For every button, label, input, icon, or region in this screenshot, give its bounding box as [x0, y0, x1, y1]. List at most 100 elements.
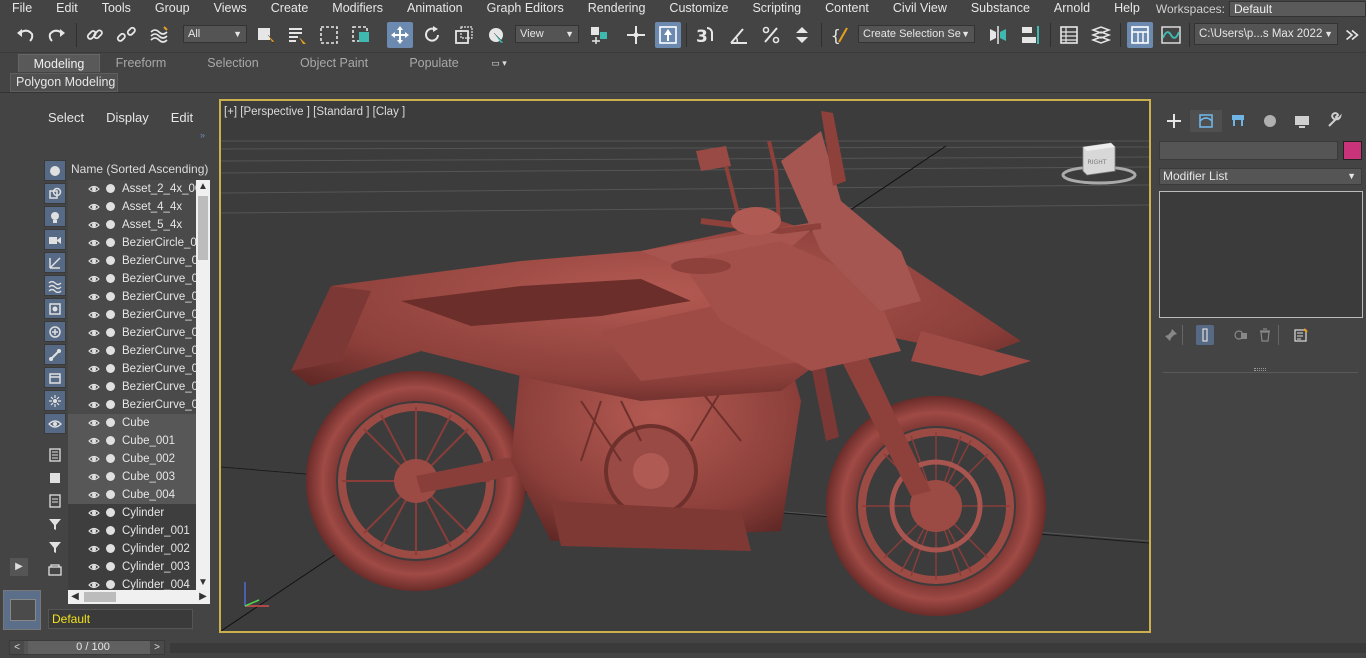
remove-modifier-icon[interactable]: [1256, 325, 1274, 345]
display-tab-icon[interactable]: [1286, 110, 1318, 132]
rollout-grip[interactable]: [1254, 368, 1266, 371]
make-unique-icon[interactable]: [1232, 325, 1250, 345]
scene-item[interactable]: BezierCurve_009: [68, 396, 210, 414]
visibility-eye-icon[interactable]: [88, 345, 100, 357]
scene-item[interactable]: BezierCurve_001: [68, 252, 210, 270]
visibility-eye-icon[interactable]: [88, 435, 100, 447]
scroll-up-icon[interactable]: ▲: [196, 180, 210, 194]
rectangular-selection-icon[interactable]: [316, 22, 342, 48]
bind-space-warp-icon[interactable]: [146, 22, 172, 48]
visibility-eye-icon[interactable]: [88, 273, 100, 285]
mirror-icon[interactable]: [985, 22, 1011, 48]
scroll-left-icon[interactable]: ◀: [68, 590, 82, 604]
tab-populate[interactable]: Populate: [398, 54, 470, 72]
toggle-ribbon-icon[interactable]: [1127, 22, 1153, 48]
scene-item[interactable]: Cylinder_001: [68, 522, 210, 540]
redo-icon[interactable]: [44, 22, 70, 48]
visibility-eye-icon[interactable]: [88, 507, 100, 519]
menu-tools[interactable]: Tools: [90, 0, 143, 17]
time-slider[interactable]: < 0 / 100 >: [9, 640, 165, 655]
scene-item[interactable]: BezierCircle_001: [68, 234, 210, 252]
object-color-swatch[interactable]: [1343, 141, 1362, 160]
workspaces-dropdown[interactable]: Default: [1229, 0, 1366, 17]
display-lights-icon[interactable]: [44, 206, 66, 227]
chevron-right-icon[interactable]: »: [200, 130, 205, 140]
menu-civil-view[interactable]: Civil View: [881, 0, 959, 17]
menu-file[interactable]: File: [0, 0, 44, 17]
reference-coordinate-dropdown[interactable]: View ▼: [515, 25, 579, 43]
display-groups-icon[interactable]: [44, 298, 66, 319]
select-and-place-icon[interactable]: [483, 22, 509, 48]
expand-panel-arrow[interactable]: ▶: [10, 558, 28, 576]
display-object-xrefs-icon[interactable]: [44, 321, 66, 342]
modify-tab-icon[interactable]: [1190, 110, 1222, 132]
utilities-tab-icon[interactable]: [1318, 110, 1350, 132]
menu-substance[interactable]: Substance: [959, 0, 1042, 17]
menu-rendering[interactable]: Rendering: [576, 0, 658, 17]
tab-object-paint[interactable]: Object Paint: [292, 54, 376, 72]
scene-item[interactable]: Asset_2_4x_001: [68, 180, 210, 198]
scene-item[interactable]: BezierCurve_008: [68, 378, 210, 396]
project-folder-dropdown[interactable]: C:\Users\p...s Max 2022 ▼: [1194, 23, 1338, 45]
menu-arnold[interactable]: Arnold: [1042, 0, 1102, 17]
select-and-move-icon[interactable]: [387, 22, 413, 48]
scene-item[interactable]: Cube: [68, 414, 210, 432]
hierarchy-tab-icon[interactable]: [1222, 110, 1254, 132]
scene-item[interactable]: Cube_004: [68, 486, 210, 504]
visibility-eye-icon[interactable]: [88, 201, 100, 213]
tab-freeform[interactable]: Freeform: [104, 54, 178, 72]
modifier-stack[interactable]: [1159, 191, 1363, 318]
scene-item[interactable]: Cylinder_003: [68, 558, 210, 576]
menu-group[interactable]: Group: [143, 0, 202, 17]
manipulate-icon[interactable]: [623, 22, 649, 48]
display-helpers-icon[interactable]: [44, 252, 66, 273]
visibility-eye-icon[interactable]: [88, 309, 100, 321]
display-particles-icon[interactable]: [44, 390, 66, 411]
scene-explorer-display-menu[interactable]: Display: [106, 110, 149, 128]
snaps-toggle-icon[interactable]: 3: [692, 22, 718, 48]
scene-item[interactable]: Asset_4_4x: [68, 198, 210, 216]
visibility-eye-icon[interactable]: [88, 381, 100, 393]
show-end-result-icon[interactable]: [1196, 325, 1214, 345]
visibility-eye-icon[interactable]: [88, 561, 100, 573]
visibility-eye-icon[interactable]: [88, 255, 100, 267]
configure-modifier-sets-icon[interactable]: [1292, 325, 1310, 345]
edit-named-selection-icon[interactable]: {: [828, 22, 854, 48]
spinner-snap-icon[interactable]: [789, 22, 815, 48]
visibility-eye-icon[interactable]: [88, 489, 100, 501]
scene-item[interactable]: BezierCurve_002: [68, 270, 210, 288]
undo-icon[interactable]: [12, 22, 38, 48]
display-shapes-icon[interactable]: [44, 183, 66, 204]
tab-selection[interactable]: Selection: [196, 54, 270, 72]
select-by-name-icon[interactable]: [284, 22, 310, 48]
select-and-scale-icon[interactable]: [451, 22, 477, 48]
filter-add-icon[interactable]: [44, 513, 66, 534]
visibility-eye-icon[interactable]: [88, 579, 100, 590]
menu-animation[interactable]: Animation: [395, 0, 475, 17]
time-slider-next-icon[interactable]: >: [150, 641, 164, 654]
scene-item[interactable]: Asset_5_4x: [68, 216, 210, 234]
scene-item[interactable]: BezierCurve_006: [68, 342, 210, 360]
display-cameras-icon[interactable]: [44, 229, 66, 250]
menu-create[interactable]: Create: [259, 0, 321, 17]
visibility-eye-icon[interactable]: [88, 525, 100, 537]
select-all-icon[interactable]: [44, 467, 66, 488]
menu-edit[interactable]: Edit: [44, 0, 90, 17]
visibility-eye-icon[interactable]: [88, 363, 100, 375]
toggle-scene-explorer-icon[interactable]: [1056, 22, 1082, 48]
scene-item[interactable]: Cube_002: [68, 450, 210, 468]
unlink-icon[interactable]: [113, 22, 139, 48]
viewport-layout-thumbnail[interactable]: [3, 590, 41, 630]
modifier-list-dropdown[interactable]: Modifier List ▼: [1159, 168, 1362, 185]
display-bones-icon[interactable]: [44, 344, 66, 365]
perspective-viewport[interactable]: [+] [Perspective ] [Standard ] [Clay ] R…: [219, 99, 1151, 633]
create-tab-icon[interactable]: [1158, 110, 1190, 132]
sort-list-icon[interactable]: [44, 444, 66, 465]
motion-tab-icon[interactable]: [1254, 110, 1286, 132]
filter-icon[interactable]: [44, 536, 66, 557]
scene-item[interactable]: Cylinder: [68, 504, 210, 522]
menu-graph-editors[interactable]: Graph Editors: [475, 0, 576, 17]
scroll-thumb-horizontal[interactable]: [84, 592, 116, 602]
pivot-center-icon[interactable]: [586, 22, 612, 48]
scene-item[interactable]: Cube_001: [68, 432, 210, 450]
